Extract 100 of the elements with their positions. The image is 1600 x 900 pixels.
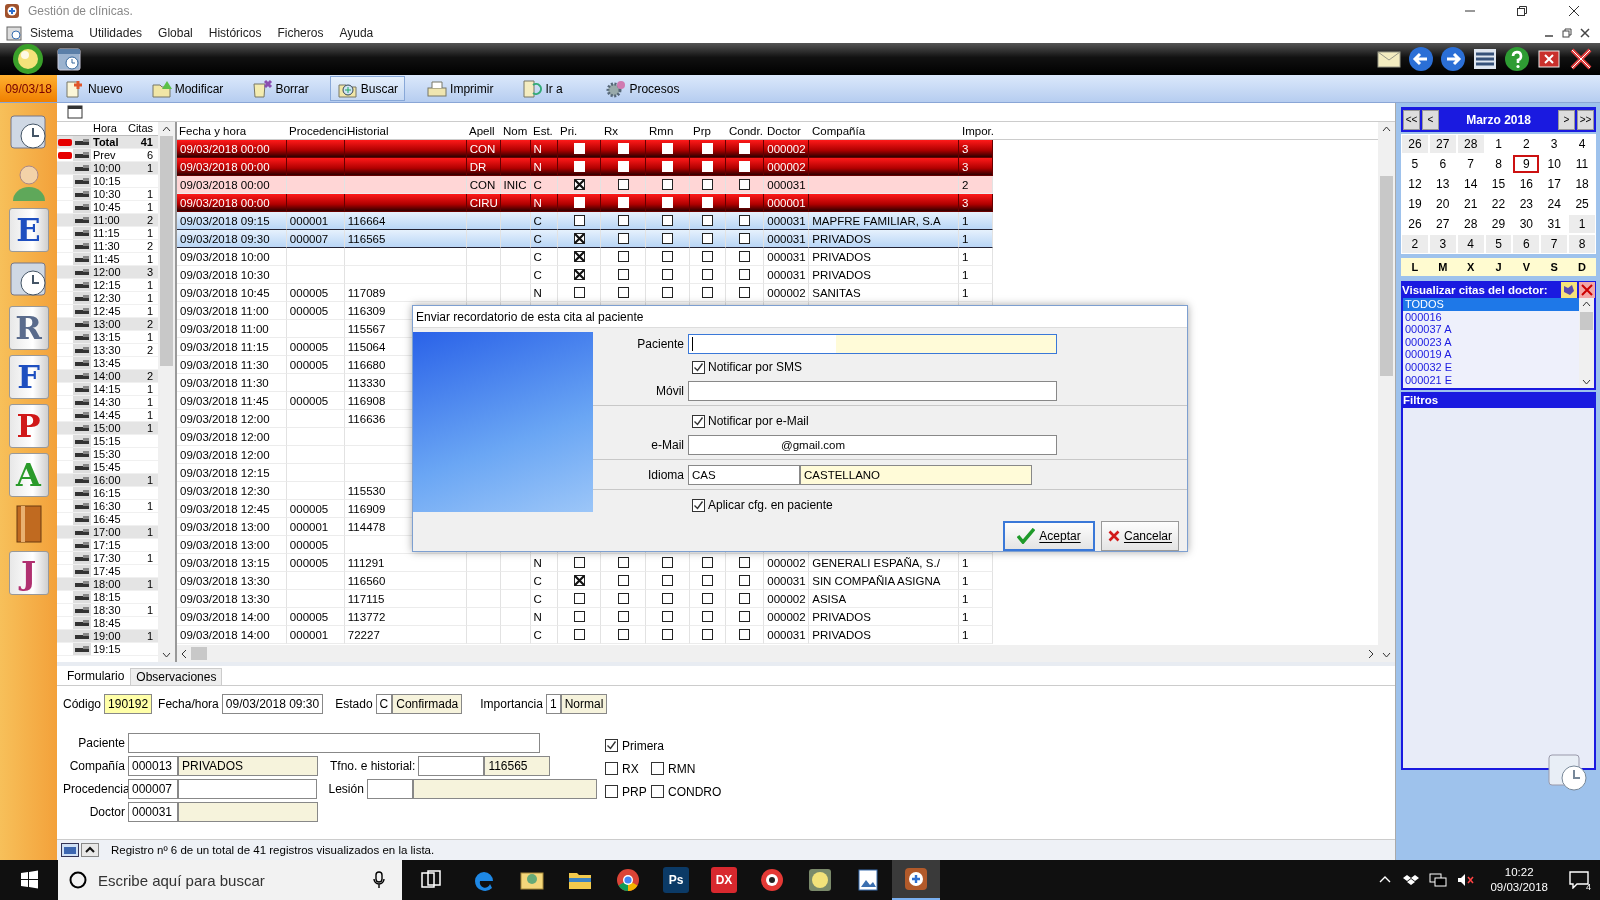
checkbox[interactable] [702,557,714,568]
column-header[interactable]: Nom [503,124,528,137]
nav-button[interactable]: >> [1577,109,1594,130]
scrollbar-thumb[interactable] [1380,176,1393,376]
toolbar-button[interactable]: Ir a [514,76,585,101]
column-header[interactable]: Compañía [812,124,866,137]
checkbox[interactable] [702,251,714,262]
doctor-item[interactable]: 000037 A [1403,323,1579,336]
calendar-day[interactable]: 8 [1569,235,1595,253]
calendar-day[interactable]: 9 [1513,155,1540,173]
checkbox[interactable] [605,739,618,752]
search-field[interactable]: Escribe aquí para buscar [58,860,402,900]
doctor-item[interactable]: 000019 A [1403,348,1579,361]
column-header[interactable]: Est. [533,124,553,137]
scrollbar-thumb[interactable] [1580,312,1593,330]
menu-item[interactable]: Utilidades [81,25,151,40]
checkbox[interactable] [573,287,585,298]
column-header[interactable]: Hora [91,122,125,135]
nav-button[interactable]: < [1422,109,1439,130]
checkbox[interactable] [692,414,705,428]
status-field[interactable]: Confirmada [392,694,463,714]
doctor-field[interactable] [178,802,318,822]
calendar-day[interactable]: 27 [1429,135,1456,153]
restore-icon[interactable] [1516,5,1528,17]
checkbox[interactable] [702,611,714,622]
column-header[interactable]: Doctor [767,124,801,137]
letter-book-icon[interactable]: A [8,453,49,497]
doctor-item[interactable]: 000016 [1403,310,1579,324]
doctor-item[interactable]: 000032 E [1403,360,1579,374]
menu-item[interactable]: Históricos [200,25,270,40]
toolbar-button[interactable]: Modificar [143,76,231,101]
checkbox[interactable] [617,593,629,604]
nav-button[interactable]: > [1558,109,1575,130]
chevron-up-icon[interactable] [81,843,99,857]
calendar-day[interactable]: 1 [1569,215,1595,233]
checkbox[interactable] [739,215,751,226]
phone-field[interactable] [418,756,485,776]
table-row[interactable]: 09/03/2018 00:00 CON INIC C 000031 2 [177,176,993,194]
table-row[interactable]: 09/03/2018 13:30 117115 C 000002 ASISA 1 [177,590,993,608]
checkbox[interactable] [617,251,629,262]
origin-field[interactable] [177,779,317,799]
table-row[interactable]: 09/03/2018 14:00 000005 113772 N 000002 PRIVADOS 1 [177,608,993,626]
table-row[interactable]: 09/03/2018 13:30 116560 C 000031 SIN COMPAÑIA ASIGNA 1 [177,572,993,590]
window-icon[interactable] [67,105,83,119]
language-field[interactable]: CASTELLANO [800,464,1032,485]
calendar-day[interactable]: 4 [1457,235,1484,253]
calendar-day[interactable]: 28 [1457,135,1484,153]
checkbox[interactable] [662,269,674,280]
scrollbar-thumb[interactable] [191,647,207,660]
checkbox[interactable] [702,215,714,226]
checkbox[interactable] [739,575,751,586]
checkbox[interactable] [702,629,714,640]
checkbox[interactable] [573,611,585,622]
column-header[interactable]: Prp [693,124,711,137]
calendar-icon[interactable] [56,46,82,72]
checkbox[interactable] [739,557,751,568]
calendar-day[interactable]: 26 [1402,135,1428,153]
table-row[interactable]: 09/03/2018 10:45 000005 117089 N 000002 SANITAS 1 [177,284,993,302]
mobile-field[interactable] [688,380,1057,401]
checkbox[interactable] [739,233,751,244]
checkbox[interactable] [617,557,629,568]
checkbox[interactable] [702,269,714,280]
priority-code-field[interactable]: 1 [545,694,561,714]
checkbox[interactable] [605,785,618,798]
taskbar-app[interactable] [892,860,940,900]
calendar-day[interactable]: 3 [1429,235,1456,253]
toolbar-button[interactable]: Borrar [244,76,316,101]
checkbox[interactable] [573,575,585,586]
company-code-field[interactable]: 000013 [128,756,178,776]
checkbox[interactable] [702,593,714,604]
checkbox[interactable] [573,629,585,640]
checkbox[interactable] [739,593,751,604]
checkbox[interactable] [739,269,751,280]
checkbox[interactable] [617,215,629,226]
column-header[interactable]: Apell [469,124,495,137]
checkbox[interactable] [617,179,629,190]
injury-code-field[interactable] [366,779,413,799]
menu-item[interactable]: Ficheros [269,25,332,40]
envelope-icon[interactable] [1376,48,1402,70]
accept-button[interactable]: Aceptar [1003,521,1095,551]
network-icon[interactable] [1429,872,1448,888]
checkbox[interactable] [739,611,751,622]
table-row[interactable]: 09/03/2018 14:00 000001 72227 C 000031 PRIVADOS 1 [177,626,993,644]
letter-book-icon[interactable]: P [8,404,49,448]
checkbox[interactable] [739,179,751,190]
toolbar-button[interactable]: Nuevo [57,76,130,101]
checkbox[interactable] [702,287,714,298]
letter-book-icon[interactable]: J [8,551,49,595]
taskbar-app[interactable]: DX [700,860,748,900]
letter-book-icon[interactable]: F [8,355,49,399]
code-field[interactable]: 190192 [104,694,153,714]
scrollbar-thumb[interactable] [160,136,173,366]
doctor-item[interactable]: TODOS [1403,298,1579,311]
checkbox[interactable] [605,762,618,775]
checkbox[interactable] [662,287,674,298]
puzzle-icon[interactable] [1561,281,1577,298]
language-code-field[interactable]: CAS [688,464,800,485]
table-row[interactable]: 09/03/2018 09:30 000007 116565 C 000031 PRIVADOS 1 [177,230,993,248]
checkbox[interactable] [573,233,585,244]
help-icon[interactable] [1504,46,1530,72]
